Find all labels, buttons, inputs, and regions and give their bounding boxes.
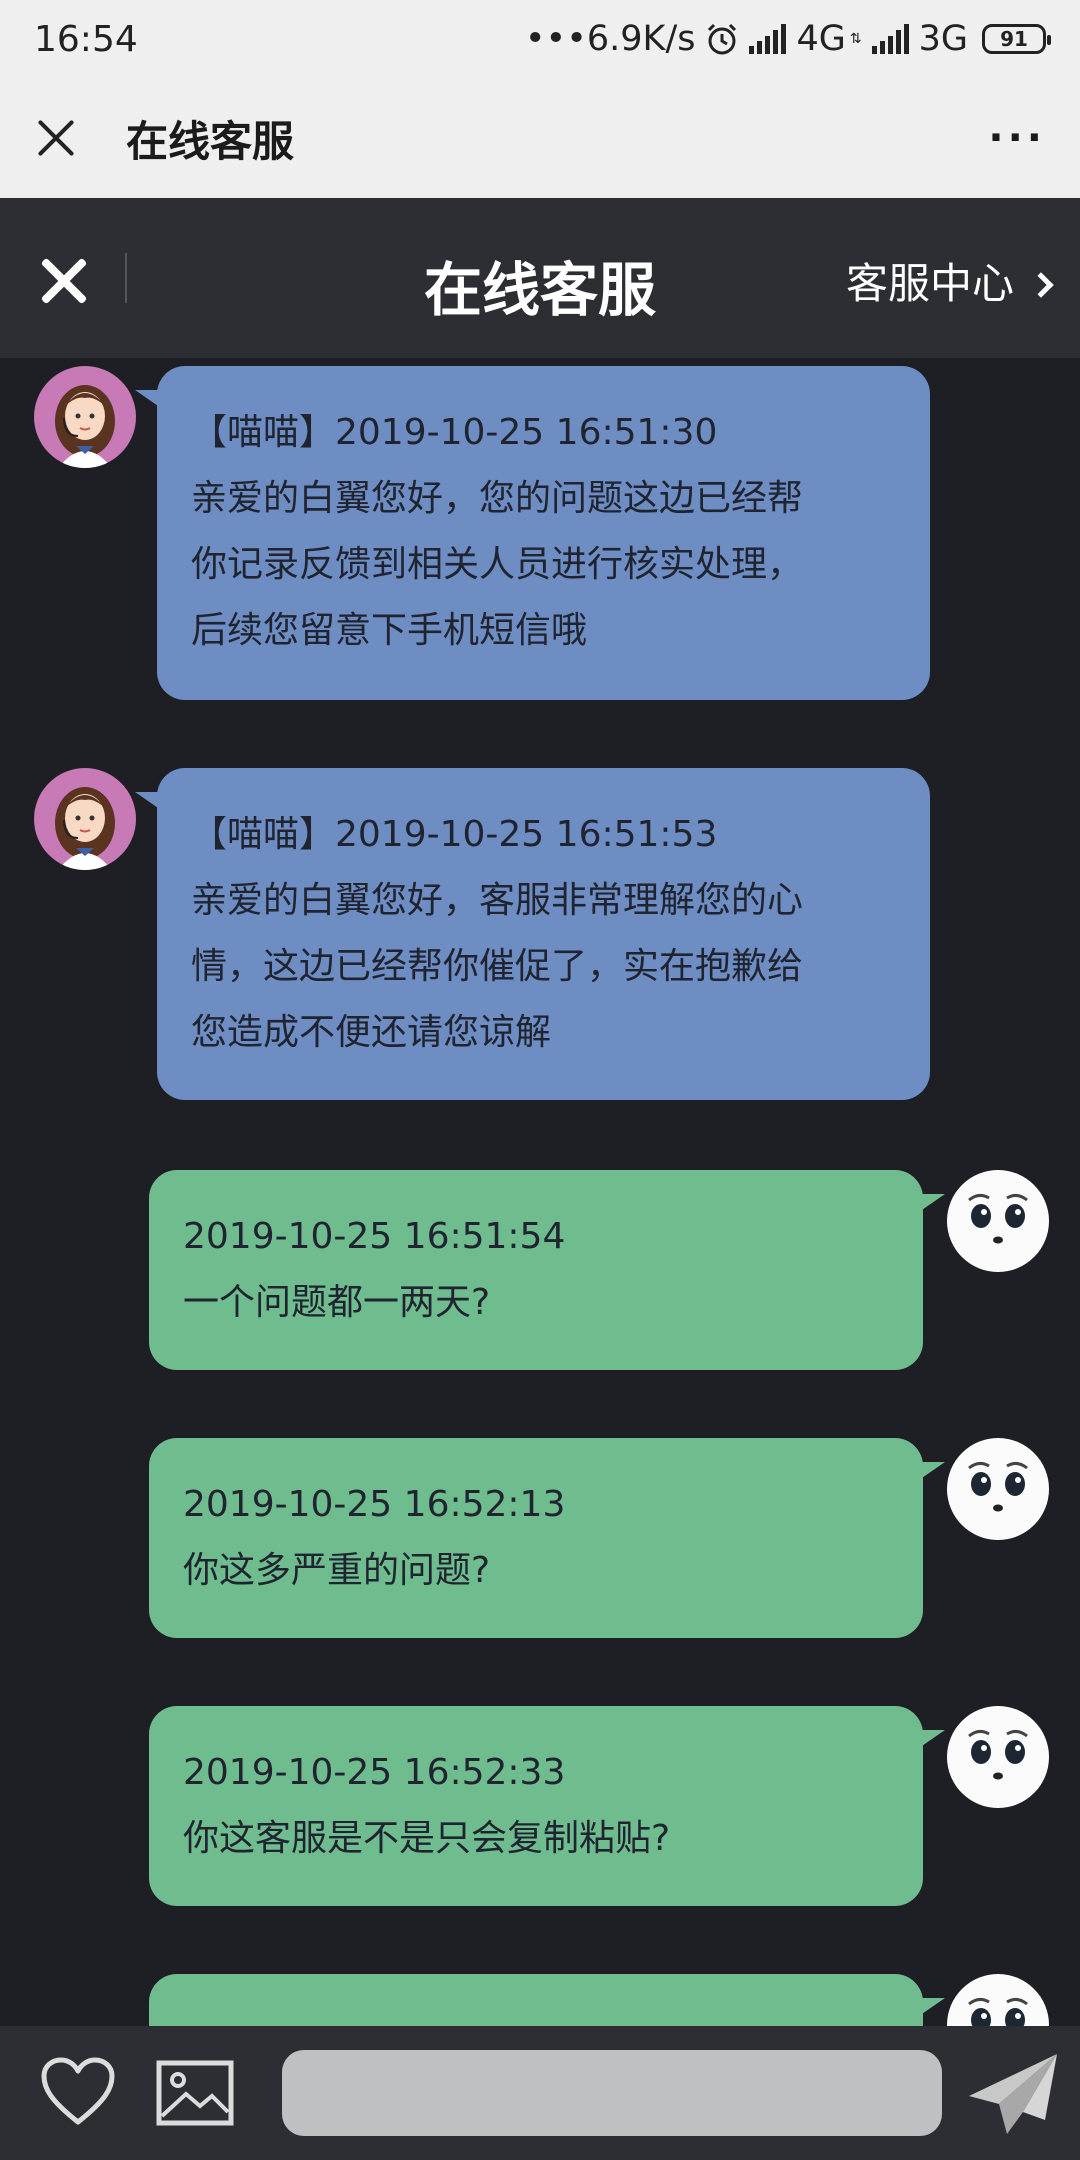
message-line: 后续您留意下手机短信哦 <box>191 610 588 651</box>
agent-face-icon <box>55 385 115 468</box>
app-header: 在线客服 客服中心 <box>0 198 1080 358</box>
close-icon[interactable] <box>34 116 78 160</box>
message-line: 亲爱的白翼您好，您的问题这边已经帮 <box>191 478 804 519</box>
message-bubble: 2019-10-25 16:52:33 你这客服是不是只会复制粘贴? <box>149 1706 945 1906</box>
message-line: 【喵喵】2019-10-25 16:51:30 <box>191 412 718 453</box>
network-speed: •••6.9K/s <box>524 19 696 59</box>
more-icon[interactable]: ··· <box>988 115 1046 161</box>
user-avatar <box>947 1438 1049 1540</box>
user-face-icon <box>948 1171 1048 1271</box>
status-bar: 16:54 •••6.9K/s 4G ⇅ 3G 91 <box>0 0 1080 78</box>
chat-area[interactable]: 【喵喵】2019-10-25 16:51:30 亲爱的白翼您好，您的问题这边已经… <box>0 358 1080 2026</box>
message-bubble: 2019-10-25 16:52:13 你这多严重的问题? <box>149 1438 945 1638</box>
chevron-right-icon <box>1028 271 1054 298</box>
user-face-icon <box>948 1707 1048 1807</box>
signal-icon-2 <box>871 24 909 54</box>
message-line: 你这客服是不是只会复制粘贴? <box>183 1818 671 1859</box>
service-center-label: 客服中心 <box>845 259 1014 308</box>
browser-title: 在线客服 <box>126 116 295 166</box>
message-line: 【喵喵】2019-10-25 16:51:53 <box>191 814 718 855</box>
agent-avatar <box>34 768 136 870</box>
battery-icon: 91 <box>982 24 1051 54</box>
message-bubble: 【喵喵】2019-10-25 16:51:53 亲爱的白翼您好，客服非常理解您的… <box>135 768 930 1100</box>
user-avatar <box>947 1170 1049 1272</box>
message-bubble: 【喵喵】2019-10-25 16:51:30 亲爱的白翼您好，您的问题这边已经… <box>135 366 930 700</box>
message-input[interactable] <box>282 2050 942 2136</box>
user-face-icon <box>948 1975 1048 2026</box>
data-arrows-icon: ⇅ <box>849 31 862 47</box>
message-line: 您造成不便还请您谅解 <box>191 1012 552 1053</box>
message-line: 你记录反馈到相关人员进行核实处理， <box>191 544 804 585</box>
agent-avatar <box>34 366 136 468</box>
heart-icon[interactable] <box>40 2056 116 2128</box>
network-type-1: 4G <box>796 19 846 59</box>
image-icon[interactable] <box>156 2060 234 2126</box>
status-icons: •••6.9K/s 4G ⇅ 3G 91 <box>524 19 1051 59</box>
alarm-icon <box>708 23 737 55</box>
message-line: 你这多严重的问题? <box>183 1550 491 1591</box>
message-line: 亲爱的白翼您好，客服非常理解您的心 <box>191 880 804 921</box>
user-avatar <box>947 1974 1049 2026</box>
service-center-link[interactable]: 客服中心 <box>845 250 1054 311</box>
user-avatar <box>947 1706 1049 1808</box>
agent-face-icon <box>55 787 115 870</box>
status-time: 16:54 <box>34 18 138 60</box>
input-bar <box>0 2026 1080 2160</box>
message-bubble <box>149 1974 945 2026</box>
battery-level: 91 <box>1000 27 1028 51</box>
message-line: 2019-10-25 16:52:13 <box>183 1484 566 1525</box>
message-line: 2019-10-25 16:51:54 <box>183 1216 566 1257</box>
signal-icon-1 <box>749 24 787 54</box>
message-line: 情，这边已经帮你催促了，实在抱歉给 <box>191 946 804 987</box>
browser-header: 在线客服 ··· <box>0 78 1080 198</box>
user-face-icon <box>948 1439 1048 1539</box>
send-icon[interactable] <box>965 2050 1061 2138</box>
network-type-2: 3G <box>918 19 968 59</box>
message-bubble: 2019-10-25 16:51:54 一个问题都一两天? <box>149 1170 945 1370</box>
message-line: 2019-10-25 16:52:33 <box>183 1752 566 1793</box>
message-line: 一个问题都一两天? <box>183 1282 491 1323</box>
